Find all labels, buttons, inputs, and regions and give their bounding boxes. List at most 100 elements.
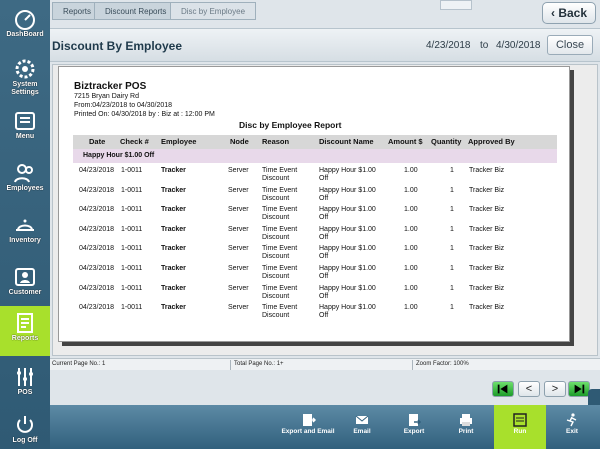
button-label: Print (458, 428, 474, 435)
cell-discount-name: Off (319, 292, 329, 300)
cell-amount: 1.00 (404, 186, 418, 194)
sidebar-item-label: POS (17, 389, 33, 396)
cell-check: 1-0011 (121, 206, 143, 214)
table-row: 04/23/2018 1-0011 Tracker Server Time Event D… (73, 165, 557, 185)
cell-employee: Tracker (161, 284, 186, 292)
table-row: 04/23/2018 1-0011 Tracker Server Time Event D… (73, 302, 557, 322)
status-divider (230, 360, 231, 370)
cell-check: 1-0011 (121, 186, 143, 194)
last-page-button[interactable] (568, 381, 590, 397)
cell-reason: Time Event (262, 245, 298, 253)
breadcrumb: Reports Discount Reports Disc by Employe… (50, 0, 360, 22)
cell-discount-name: Happy Hour $1.00 (319, 167, 376, 174)
report-page: Biztracker POS 7215 Bryan Dairy Rd From:… (58, 66, 570, 342)
next-page-button[interactable]: > (544, 381, 566, 397)
cell-approved-by: Tracker Biz (469, 245, 505, 253)
cell-employee: Tracker (161, 225, 186, 233)
customer-icon (15, 268, 35, 286)
sidebar-item-label: Log Off (12, 437, 38, 444)
cell-node: Server (228, 186, 249, 194)
cell-date: 04/23/2018 (79, 265, 115, 272)
cell-amount: 1.00 (404, 225, 418, 233)
breadcrumb-discount-reports[interactable]: Discount Reports (94, 2, 174, 20)
cell-amount: 1.00 (404, 245, 418, 253)
prev-page-button[interactable]: < (518, 381, 540, 397)
cell-date: 04/23/2018 (79, 167, 115, 174)
cell-discount-name: Off (319, 253, 329, 261)
bottom-toolbar: Export and Email Email Export Print Run … (50, 405, 600, 449)
cell-check: 1-0011 (121, 245, 143, 253)
sidebar-item-reports[interactable]: Reports (0, 306, 50, 356)
cell-node: Server (228, 284, 249, 292)
pos-icon (17, 368, 33, 386)
sidebar-item-inventory[interactable]: Inventory (0, 208, 50, 258)
cell-approved-by: Tracker Biz (469, 265, 505, 272)
exit-button[interactable]: Exit (552, 405, 592, 449)
sidebar-item-label: Employees (6, 185, 44, 192)
report-printed-on: Printed On: 04/30/2018 by : Biz at : 12:… (74, 111, 215, 118)
cell-discount-name: Happy Hour $1.00 (319, 186, 376, 194)
cell-discount-name: Off (319, 175, 329, 182)
cell-approved-by: Tracker Biz (469, 225, 505, 233)
cell-discount-name: Happy Hour $1.00 (319, 245, 376, 253)
cell-reason: Time Event (262, 284, 298, 292)
cell-quantity: 1 (450, 304, 454, 312)
export-email-icon (303, 414, 316, 426)
status-bar: Current Page No.: 1 Total Page No.: 1+ Z… (50, 358, 600, 370)
cell-date: 04/23/2018 (79, 245, 115, 253)
sidebar-item-label: System Settings (11, 81, 39, 96)
zoom-factor: Zoom Factor: 100% (416, 361, 469, 367)
first-page-button[interactable] (492, 381, 514, 397)
cell-discount-name: Off (319, 233, 329, 241)
total-page: Total Page No.: 1+ (234, 361, 284, 367)
run-icon (513, 413, 527, 427)
breadcrumb-reports[interactable]: Reports (52, 2, 98, 20)
sidebar-item-label: Customer (8, 289, 42, 296)
export-email-button[interactable]: Export and Email (280, 405, 336, 449)
last-page-icon (574, 384, 585, 394)
table-row: 04/23/2018 1-0011 Tracker Server Time Event D… (73, 204, 557, 224)
reports-icon (17, 313, 33, 333)
sidebar-item-log-off[interactable]: Log Off (0, 408, 50, 449)
sidebar-item-menu[interactable]: Menu (0, 104, 50, 154)
export-button[interactable]: Export (394, 405, 434, 449)
cell-reason: Discount (262, 253, 290, 261)
print-button[interactable]: Print (446, 405, 486, 449)
cell-amount: 1.00 (404, 265, 418, 272)
sidebar-item-customer[interactable]: Customer (0, 260, 50, 310)
table-row: 04/23/2018 1-0011 Tracker Server Time Event D… (73, 224, 557, 244)
cell-node: Server (228, 225, 249, 233)
cell-check: 1-0011 (121, 167, 143, 174)
cell-reason: Discount (262, 312, 290, 320)
cell-quantity: 1 (450, 284, 454, 292)
cell-date: 04/23/2018 (79, 186, 115, 194)
cell-reason: Time Event (262, 186, 298, 194)
window-controls[interactable] (440, 0, 472, 10)
cell-discount-name: Off (319, 214, 329, 222)
button-label: Export and Email (281, 428, 335, 435)
close-button[interactable]: Close (547, 35, 593, 55)
table-row: 04/23/2018 1-0011 Tracker Server Time Event D… (73, 283, 557, 303)
sidebar-item-dashboard[interactable]: DashBoard (0, 2, 50, 52)
cell-approved-by: Tracker Biz (469, 284, 505, 292)
cell-quantity: 1 (450, 265, 454, 272)
cell-discount-name: Happy Hour $1.00 (319, 265, 376, 272)
column-header: Amount $ (388, 137, 423, 146)
group-label: Happy Hour $1.00 Off (83, 152, 155, 159)
cell-reason: Time Event (262, 206, 298, 214)
sidebar-item-employees[interactable]: Employees (0, 156, 50, 206)
page-title: Discount By Employee (52, 39, 183, 53)
first-page-icon (497, 384, 508, 394)
cell-discount-name: Off (319, 194, 329, 202)
cell-date: 04/23/2018 (79, 304, 115, 312)
cell-node: Server (228, 167, 249, 174)
back-button[interactable]: ‹ Back (542, 2, 596, 24)
email-button[interactable]: Email (342, 405, 382, 449)
menu-icon (15, 112, 35, 130)
sidebar-item-system-settings[interactable]: System Settings (0, 52, 50, 102)
run-button[interactable]: Run (494, 405, 546, 449)
column-header: Employee (161, 137, 197, 146)
cell-quantity: 1 (450, 245, 454, 253)
cell-reason: Time Event (262, 265, 298, 272)
sidebar-item-pos[interactable]: POS (0, 360, 50, 410)
